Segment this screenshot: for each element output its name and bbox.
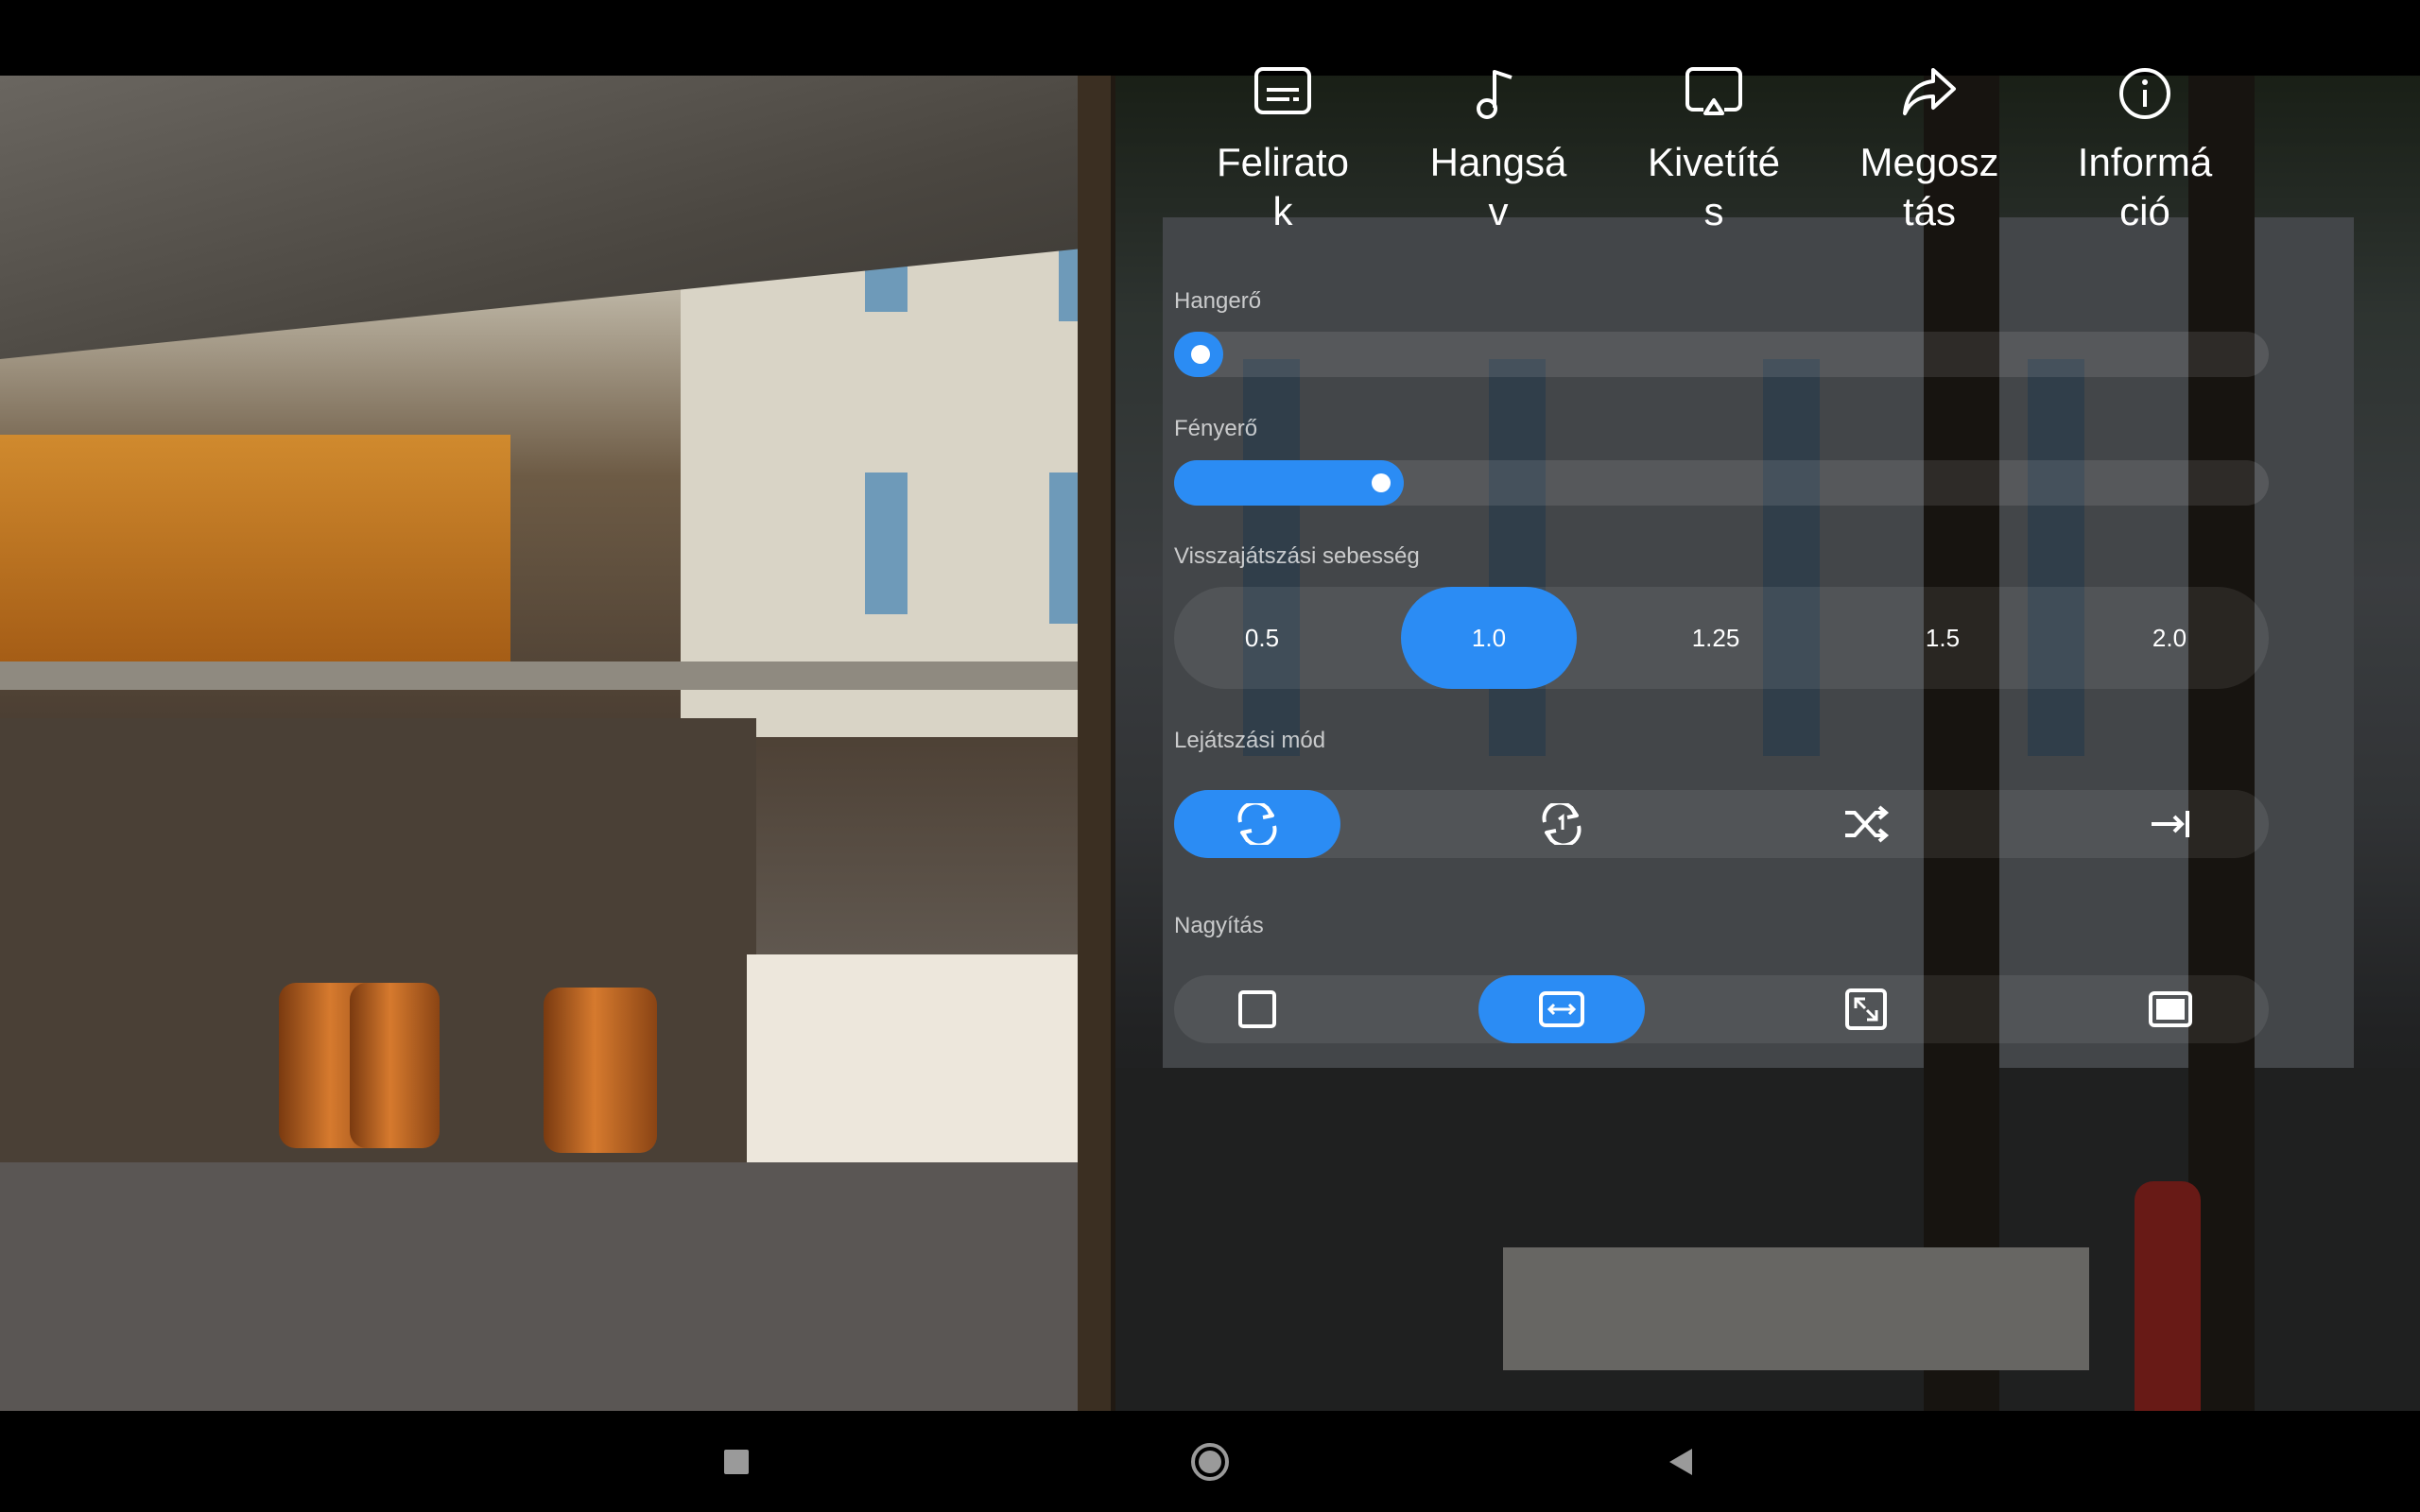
play-mode-selector [1174,790,2269,858]
play-mode-label: Lejátszási mód [1174,728,1326,753]
audio-track-button[interactable]: Hangsáv [1418,66,1579,236]
info-icon [2065,66,2225,123]
tree [1078,76,1115,1411]
repeat-one-icon [1542,803,1582,845]
share-label: Megosztás [1859,140,1999,233]
status-bar [0,0,2420,76]
repeat-all-button[interactable] [1174,790,1340,858]
share-button[interactable]: Megosztás [1849,66,2010,236]
play-once-button[interactable] [2087,790,2254,858]
fit-square-icon [1238,990,1276,1028]
subtitles-button[interactable]: Feliratok [1202,66,1363,236]
barrel [544,988,657,1153]
fullscreen-button[interactable] [1783,975,1949,1043]
speed-option[interactable]: 1.5 [1855,587,2031,689]
repeat-one-button[interactable] [1478,790,1645,858]
subtitles-label: Feliratok [1216,140,1350,233]
zoom-label: Nagyítás [1174,913,1264,938]
volume-slider-thumb[interactable] [1191,345,1210,364]
play-once-icon [2152,811,2189,837]
crop-icon [2149,991,2192,1027]
zoom-selector [1174,975,2269,1043]
kiosk [747,954,1106,1181]
crop-button[interactable] [2087,975,2254,1043]
recents-icon [724,1450,749,1474]
bar-counter [0,435,510,662]
back-button[interactable] [1647,1429,1713,1495]
barrel [350,983,440,1148]
railing [0,662,1111,690]
video-scene-left [0,76,1111,1411]
fit-width-icon [1539,991,1584,1027]
shuffle-icon [1845,805,1890,843]
speed-option[interactable]: 1.25 [1628,587,1804,689]
fullscreen-icon [1845,988,1887,1030]
volume-slider[interactable] [1174,332,2269,377]
music-note-icon [1418,66,1579,123]
recents-button[interactable] [703,1429,769,1495]
home-button[interactable] [1177,1429,1243,1495]
cast-button[interactable]: Kivetítés [1634,66,1794,236]
cast-icon [1634,66,1794,123]
volume-label: Hangerő [1174,288,1262,314]
back-icon [1669,1449,1692,1475]
subtitles-icon [1202,66,1363,123]
info-label: Információ [2077,140,2213,233]
speed-option[interactable]: 2.0 [2082,587,2257,689]
speed-selector: 0.5 1.0 1.25 1.5 2.0 [1174,587,2269,689]
home-icon [1191,1443,1229,1481]
speed-option[interactable]: 1.0 [1401,587,1577,689]
brightness-slider[interactable] [1174,460,2269,506]
brightness-label: Fényerő [1174,416,1258,441]
fit-square-button[interactable] [1174,975,1340,1043]
info-button[interactable]: Információ [2065,66,2225,236]
speed-label: Visszajátszási sebesség [1174,543,1420,569]
speed-option[interactable]: 0.5 [1174,587,1350,689]
pavement [0,1162,1111,1411]
cast-label: Kivetítés [1647,140,1781,233]
shuffle-button[interactable] [1783,790,1949,858]
fit-width-button[interactable] [1478,975,1645,1043]
audio-track-label: Hangsáv [1429,140,1567,233]
share-icon [1849,66,2010,123]
brightness-slider-fill [1174,460,1405,506]
repeat-all-icon [1237,803,1277,845]
